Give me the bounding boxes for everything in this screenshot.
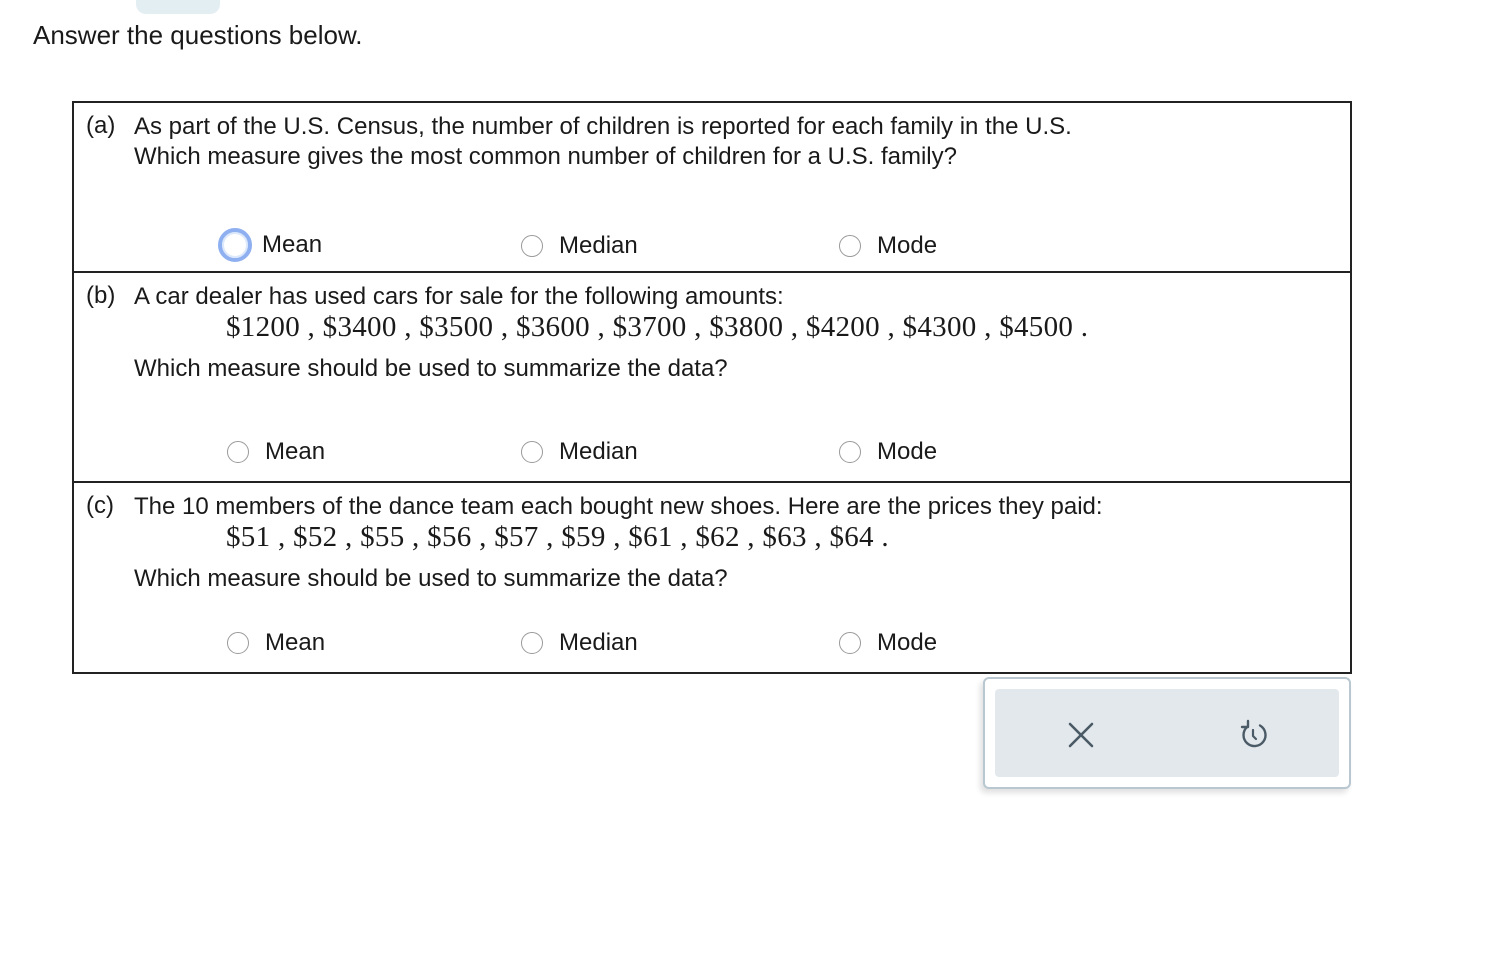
part-b-question-line1: A car dealer has used cars for sale for … [134, 283, 784, 310]
part-a-label: (a) [86, 112, 116, 139]
answer-actions-bar [995, 689, 1339, 777]
part-a-option-median[interactable]: Median [521, 232, 638, 260]
questions-table: (a) As part of the U.S. Census, the numb… [72, 101, 1352, 674]
instruction-text: Answer the questions below. [33, 20, 363, 50]
part-a-mean-radio[interactable] [218, 228, 252, 262]
part-b: (b) A car dealer has used cars for sale … [74, 273, 1350, 483]
part-b-option-mode[interactable]: Mode [839, 438, 937, 466]
reset-answer-button[interactable] [1235, 717, 1271, 753]
part-b-mode-radio[interactable] [839, 441, 861, 463]
part-c-data-values: $51 , $52 , $55 , $56 , $57 , $59 , $61 … [226, 521, 889, 553]
x-icon [1068, 722, 1094, 748]
part-b-option-mean[interactable]: Mean [227, 438, 325, 466]
part-b-mean-radio[interactable] [227, 441, 249, 463]
part-a: (a) As part of the U.S. Census, the numb… [74, 103, 1350, 273]
part-b-mean-label: Mean [265, 438, 326, 465]
part-b-mode-label: Mode [877, 438, 938, 465]
part-a-median-label: Median [559, 232, 638, 259]
undo-icon [1240, 719, 1267, 748]
part-a-mode-radio[interactable] [839, 235, 861, 257]
part-c: (c) The 10 members of the dance team eac… [74, 483, 1350, 672]
part-a-median-radio[interactable] [521, 235, 543, 257]
part-a-mode-label: Mode [877, 232, 938, 259]
part-b-label: (b) [86, 282, 116, 309]
part-b-data-values: $1200 , $3400 , $3500 , $3600 , $3700 , … [226, 311, 1089, 343]
part-c-option-mean[interactable]: Mean [227, 629, 325, 657]
part-b-median-label: Median [559, 438, 638, 465]
part-a-question-line2: Which measure gives the most common numb… [134, 143, 957, 170]
part-b-median-radio[interactable] [521, 441, 543, 463]
part-a-option-mode[interactable]: Mode [839, 232, 937, 260]
part-c-label: (c) [86, 492, 114, 519]
part-c-median-radio[interactable] [521, 632, 543, 654]
part-c-mode-label: Mode [877, 629, 938, 656]
part-c-option-mode[interactable]: Mode [839, 629, 937, 657]
answer-actions-panel [983, 677, 1351, 789]
part-c-median-label: Median [559, 629, 638, 656]
part-a-mean-label: Mean [262, 231, 323, 258]
part-c-mean-radio[interactable] [227, 632, 249, 654]
part-c-question-line2: Which measure should be used to summariz… [134, 565, 728, 592]
clear-answer-button[interactable] [1063, 717, 1099, 753]
part-b-option-median[interactable]: Median [521, 438, 638, 466]
part-a-option-mean[interactable]: Mean [218, 228, 323, 262]
top-tab [136, 0, 220, 14]
part-b-question-line2: Which measure should be used to summariz… [134, 355, 728, 382]
part-a-question-line1: As part of the U.S. Census, the number o… [134, 113, 1072, 140]
part-c-option-median[interactable]: Median [521, 629, 638, 657]
part-c-mean-label: Mean [265, 629, 326, 656]
part-c-question-line1: The 10 members of the dance team each bo… [134, 493, 1103, 520]
part-c-mode-radio[interactable] [839, 632, 861, 654]
